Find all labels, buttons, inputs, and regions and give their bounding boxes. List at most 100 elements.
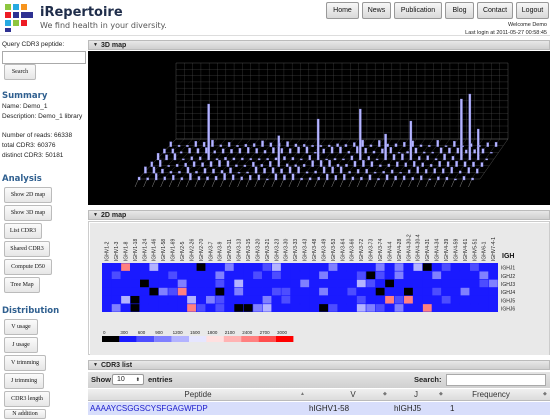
heatmap-cell[interactable]: [300, 271, 310, 280]
heatmap-cell[interactable]: [140, 287, 149, 296]
search-button[interactable]: Search: [4, 64, 36, 80]
list-cdr3-button[interactable]: List CDR3: [4, 223, 42, 239]
heatmap-cell[interactable]: [196, 295, 206, 304]
heatmap-cell[interactable]: [347, 287, 357, 296]
cdr3-search-input[interactable]: [446, 374, 546, 386]
heatmap-cell[interactable]: [366, 295, 376, 304]
heatmap-cell[interactable]: [121, 304, 130, 312]
heatmap-cell[interactable]: [262, 263, 272, 271]
heatmap-cell[interactable]: [168, 279, 178, 288]
heatmap-cell[interactable]: [470, 271, 479, 280]
show-3d-map-button[interactable]: Show 3D map: [4, 205, 52, 221]
heatmap-cell[interactable]: [243, 279, 253, 288]
heatmap-cell[interactable]: [300, 304, 310, 312]
peptide-link[interactable]: AAAAYCSGGSCYSFGAGWFDP: [90, 404, 208, 413]
heatmap-cell[interactable]: [300, 287, 310, 296]
nav-logout-button[interactable]: Logout: [516, 2, 549, 19]
heatmap-cell[interactable]: [111, 271, 121, 280]
heatmap-cell[interactable]: [272, 304, 281, 312]
n-addition-button[interactable]: N addition: [4, 409, 46, 419]
heatmap-cell[interactable]: [149, 287, 159, 296]
heatmap-cell[interactable]: [224, 304, 234, 312]
heatmap-cell[interactable]: [149, 279, 159, 288]
heatmap-cell[interactable]: [234, 287, 244, 296]
heatmap-cell[interactable]: [262, 271, 272, 280]
sort-icon[interactable]: ◆: [383, 391, 387, 397]
heatmap-cell[interactable]: [460, 279, 470, 288]
heatmap-cell[interactable]: [385, 279, 394, 288]
heatmap-cell[interactable]: [300, 295, 310, 304]
heatmap-cell[interactable]: [215, 287, 225, 296]
heatmap-cell[interactable]: [177, 271, 187, 280]
heatmap-cell[interactable]: [224, 295, 234, 304]
heatmap-cell[interactable]: [375, 263, 385, 271]
heatmap-cell[interactable]: [243, 271, 253, 280]
heatmap-cell[interactable]: [224, 279, 234, 288]
heatmap-cell[interactable]: [441, 295, 451, 304]
heatmap-cell[interactable]: [300, 279, 310, 288]
heatmap-cell[interactable]: [158, 279, 168, 288]
heatmap-cell[interactable]: [488, 304, 498, 312]
heatmap-cell[interactable]: [168, 271, 178, 280]
cdr3-length-button[interactable]: CDR3 length: [4, 391, 50, 407]
heatmap-cell[interactable]: [206, 263, 215, 271]
heatmap-cell[interactable]: [243, 304, 253, 312]
heatmap-cell[interactable]: [375, 271, 385, 280]
heatmap-cell[interactable]: [441, 304, 451, 312]
heatmap-cell[interactable]: [338, 279, 347, 288]
heatmap-cell[interactable]: [470, 279, 479, 288]
nav-blog-button[interactable]: Blog: [445, 2, 474, 19]
heatmap-cell[interactable]: [479, 271, 489, 280]
heatmap-cell[interactable]: [140, 263, 149, 271]
heatmap-cell[interactable]: [356, 271, 366, 280]
heatmap-cell[interactable]: [149, 304, 159, 312]
heatmap-cell[interactable]: [328, 304, 338, 312]
heatmap-cell[interactable]: [309, 287, 319, 296]
column-header-peptide[interactable]: Peptide: [148, 390, 248, 399]
heatmap-cell[interactable]: [281, 304, 291, 312]
heatmap-cell[interactable]: [413, 271, 423, 280]
shared-cdr3-button[interactable]: Shared CDR3: [4, 241, 50, 257]
heatmap-cell[interactable]: [215, 263, 225, 271]
heatmap-cell[interactable]: [451, 295, 460, 304]
heatmap-cell[interactable]: [404, 271, 413, 280]
heatmap-cell[interactable]: [338, 263, 347, 271]
heatmap-cell[interactable]: [111, 295, 121, 304]
heatmap-cell[interactable]: [234, 279, 244, 288]
heatmap-cell[interactable]: [206, 271, 215, 280]
heatmap-cell[interactable]: [177, 304, 187, 312]
heatmap-cell[interactable]: [470, 304, 479, 312]
heatmap-cell[interactable]: [121, 263, 130, 271]
heatmap-cell[interactable]: [328, 263, 338, 271]
heatmap-cell[interactable]: [102, 263, 112, 271]
heatmap-cell[interactable]: [253, 279, 262, 288]
heatmap-cell[interactable]: [196, 304, 206, 312]
heatmap-cell[interactable]: [422, 279, 432, 288]
heatmap-cell[interactable]: [385, 271, 394, 280]
heatmap-cell[interactable]: [319, 287, 328, 296]
heatmap-cell[interactable]: [319, 295, 328, 304]
j-usage-button[interactable]: J usage: [4, 337, 38, 353]
heatmap-cell[interactable]: [206, 304, 215, 312]
heatmap-cell[interactable]: [121, 271, 130, 280]
heatmap-cell[interactable]: [272, 263, 281, 271]
heatmap-cell[interactable]: [102, 295, 112, 304]
heatmap-cell[interactable]: [422, 287, 432, 296]
heatmap-cell[interactable]: [234, 263, 244, 271]
heatmap-cell[interactable]: [281, 295, 291, 304]
heatmap-cell[interactable]: [262, 295, 272, 304]
heatmap-cell[interactable]: [347, 279, 357, 288]
heatmap-cell[interactable]: [177, 263, 187, 271]
heatmap-cell[interactable]: [111, 263, 121, 271]
heatmap-cell[interactable]: [262, 287, 272, 296]
heatmap-cell[interactable]: [319, 271, 328, 280]
heatmap-cell[interactable]: [111, 287, 121, 296]
heatmap-cell[interactable]: [149, 263, 159, 271]
heatmap-cell[interactable]: [338, 287, 347, 296]
heatmap-cell[interactable]: [196, 287, 206, 296]
heatmap-cell[interactable]: [177, 295, 187, 304]
heatmap-cell[interactable]: [290, 304, 300, 312]
heatmap-cell[interactable]: [168, 304, 178, 312]
heatmap-cell[interactable]: [328, 279, 338, 288]
heatmap-cell[interactable]: [158, 287, 168, 296]
